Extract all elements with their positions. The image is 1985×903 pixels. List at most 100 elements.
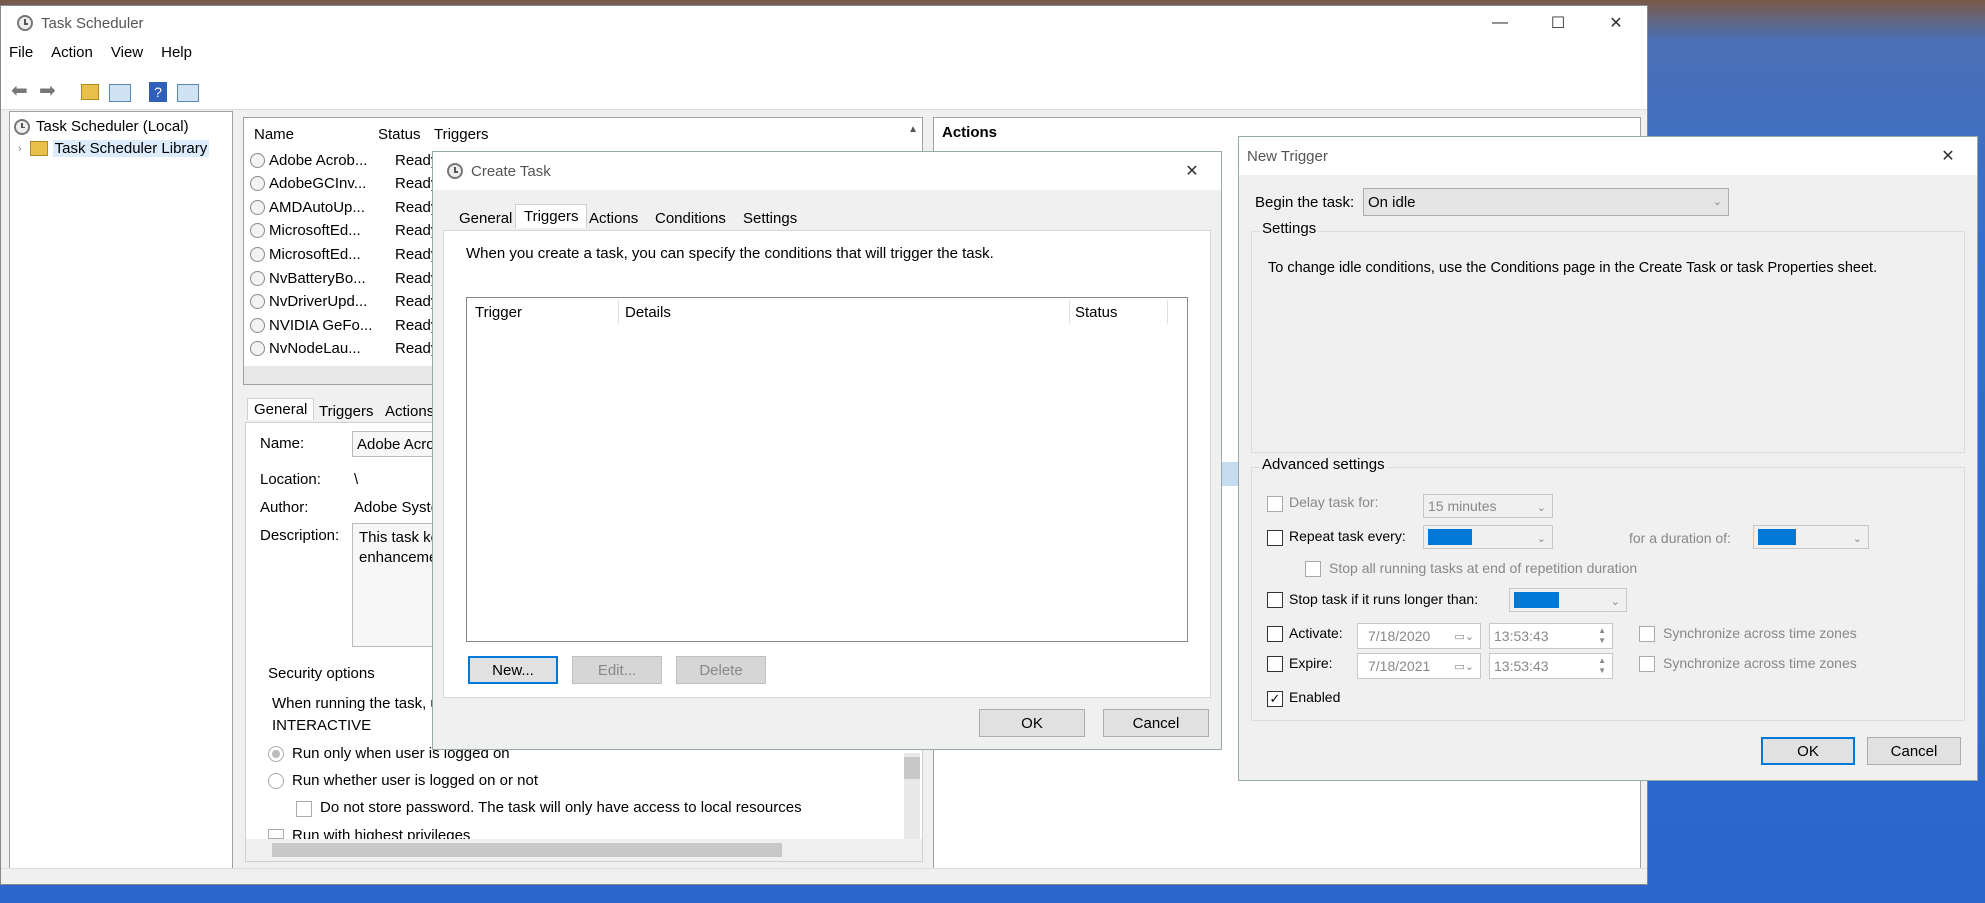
activate-label: Activate: <box>1289 625 1343 641</box>
task-clock-icon <box>250 294 265 310</box>
table-row[interactable]: NvDriverUpd... Ready <box>250 290 438 314</box>
forward-arrow-icon[interactable]: ➡ <box>39 78 61 102</box>
new-trigger-title-bar[interactable]: New Trigger ✕ <box>1239 137 1977 175</box>
menu-view[interactable]: View <box>111 44 143 61</box>
maximize-button[interactable]: ☐ <box>1529 6 1587 40</box>
activate-sync-checkbox[interactable] <box>1639 626 1655 642</box>
delay-checkbox[interactable] <box>1267 496 1283 512</box>
close-button[interactable]: ✕ <box>1587 6 1645 40</box>
chevron-down-icon: ⌄ <box>1712 196 1722 208</box>
repeat-checkbox[interactable] <box>1267 530 1283 546</box>
begin-task-select[interactable]: On idle ⌄ <box>1363 188 1729 216</box>
expire-calendar-icon[interactable]: ▭⌄ <box>1454 660 1474 673</box>
new-trigger-button[interactable]: New... <box>468 656 558 684</box>
table-row[interactable]: AMDAutoUp... Ready <box>250 195 438 219</box>
activate-checkbox[interactable] <box>1267 626 1283 642</box>
name-label: Name: <box>260 435 305 452</box>
new-trigger-cancel-button[interactable]: Cancel <box>1867 737 1961 765</box>
activate-spin-icon[interactable]: ▲ ▼ <box>1598 626 1606 646</box>
title-bar[interactable]: Task Scheduler — ☐ ✕ <box>1 6 1647 40</box>
create-task-ok-button[interactable]: OK <box>979 709 1085 737</box>
show-action-pane-icon[interactable] <box>177 84 199 102</box>
col-trigger-status[interactable]: Status <box>1075 304 1118 321</box>
help-icon[interactable]: ? <box>149 82 167 102</box>
new-trigger-close-button[interactable]: ✕ <box>1919 137 1977 175</box>
expire-sync-checkbox[interactable] <box>1639 656 1655 672</box>
create-tab-triggers[interactable]: Triggers <box>515 204 588 228</box>
expire-sync-label: Synchronize across time zones <box>1663 655 1857 671</box>
expire-spin-icon[interactable]: ▲ ▼ <box>1598 656 1606 676</box>
create-task-cancel-button[interactable]: Cancel <box>1103 709 1209 737</box>
create-tab-general[interactable]: General <box>453 208 518 229</box>
tree-root-label: Task Scheduler (Local) <box>36 118 189 135</box>
col-name[interactable]: Name <box>254 126 294 143</box>
show-hide-tree-icon[interactable] <box>109 84 131 102</box>
run-whether-radio[interactable] <box>268 773 284 789</box>
run-only-radio[interactable] <box>268 746 284 762</box>
when-running-text: When running the task, u <box>272 695 439 712</box>
col-status[interactable]: Status <box>378 126 421 143</box>
create-task-title-bar[interactable]: Create Task ✕ <box>433 152 1221 190</box>
chevron-right-icon[interactable]: › <box>18 143 22 155</box>
new-trigger-ok-button[interactable]: OK <box>1761 737 1855 765</box>
table-row[interactable]: NvBatteryBo... Ready <box>250 266 438 290</box>
actions-header: Actions <box>942 124 998 141</box>
duration-select[interactable]: 1 day ⌄ <box>1753 525 1869 549</box>
repeat-select[interactable]: 1 hour ⌄ <box>1423 525 1553 549</box>
expire-date-value: 7/18/2021 <box>1368 658 1431 674</box>
up-folder-icon[interactable] <box>81 84 99 100</box>
menu-action[interactable]: Action <box>51 44 93 61</box>
table-row[interactable]: NvNodeLau... Ready <box>250 337 438 361</box>
col-details[interactable]: Details <box>625 304 671 321</box>
minimize-button[interactable]: — <box>1471 6 1529 40</box>
table-row[interactable]: NVIDIA GeFo... Ready <box>250 313 438 337</box>
table-row[interactable]: MicrosoftEd... Ready <box>250 219 438 243</box>
stop-longer-select[interactable]: 3 days ⌄ <box>1509 588 1627 612</box>
tree-root[interactable]: Task Scheduler (Local) <box>14 118 189 135</box>
expire-date-picker[interactable]: 7/18/2021 ▭⌄ <box>1357 653 1481 679</box>
author-label: Author: <box>260 499 309 516</box>
detail-horizontal-scrollbar[interactable] <box>246 839 922 861</box>
triggers-list[interactable]: Trigger Details Status <box>466 297 1188 642</box>
table-row[interactable]: Adobe Acrob... Ready <box>250 148 438 172</box>
repeat-chevron-icon: ⌄ <box>1536 533 1546 545</box>
tree-item-library[interactable]: › Task Scheduler Library <box>18 140 210 157</box>
create-tab-actions[interactable]: Actions <box>583 208 644 229</box>
scroll-up-icon[interactable]: ▲ <box>908 124 918 135</box>
triggers-intro: When you create a task, you can specify … <box>466 245 994 262</box>
edit-trigger-button[interactable]: Edit... <box>572 656 662 684</box>
back-arrow-icon[interactable]: ⬅ <box>11 78 33 102</box>
stop-longer-checkbox[interactable] <box>1267 592 1283 608</box>
enabled-label: Enabled <box>1289 689 1341 705</box>
advanced-title: Advanced settings <box>1260 456 1387 473</box>
activate-calendar-icon[interactable]: ▭⌄ <box>1454 630 1474 643</box>
activate-time-spinner[interactable]: 13:53:43 ▲ ▼ <box>1489 623 1613 649</box>
task-clock-icon <box>250 270 265 286</box>
delay-select[interactable]: 15 minutes ⌄ <box>1423 494 1553 518</box>
do-not-store-checkbox[interactable] <box>296 801 312 817</box>
menu-file[interactable]: File <box>9 44 33 61</box>
table-row[interactable]: MicrosoftEd... Ready <box>250 242 438 266</box>
run-highest-checkbox[interactable] <box>268 829 284 839</box>
detail-tab-triggers[interactable]: Triggers <box>313 401 379 422</box>
menu-help[interactable]: Help <box>161 44 192 61</box>
stop-all-checkbox[interactable] <box>1305 561 1321 577</box>
enabled-checkbox[interactable]: ✓ <box>1267 691 1283 707</box>
settings-group: Settings To change idle conditions, use … <box>1251 220 1965 453</box>
col-triggers[interactable]: Triggers <box>434 126 488 143</box>
activate-date-picker[interactable]: 7/18/2020 ▭⌄ <box>1357 623 1481 649</box>
activate-time-value: 13:53:43 <box>1494 628 1549 644</box>
menu-bar: File Action View Help <box>1 40 1647 64</box>
delete-trigger-button[interactable]: Delete <box>676 656 766 684</box>
expire-time-spinner[interactable]: 13:53:43 ▲ ▼ <box>1489 653 1613 679</box>
create-tab-conditions[interactable]: Conditions <box>649 208 732 229</box>
detail-scrollbar[interactable] <box>904 753 920 843</box>
detail-tab-general[interactable]: General <box>247 398 315 420</box>
table-row[interactable]: AdobeGCInv... Ready <box>250 172 438 196</box>
task-name: MicrosoftEd... <box>269 222 361 240</box>
create-task-close-button[interactable]: ✕ <box>1163 152 1221 190</box>
create-tab-settings[interactable]: Settings <box>737 208 803 229</box>
col-trigger[interactable]: Trigger <box>475 304 522 321</box>
col-divider-2 <box>1069 300 1070 324</box>
expire-checkbox[interactable] <box>1267 656 1283 672</box>
